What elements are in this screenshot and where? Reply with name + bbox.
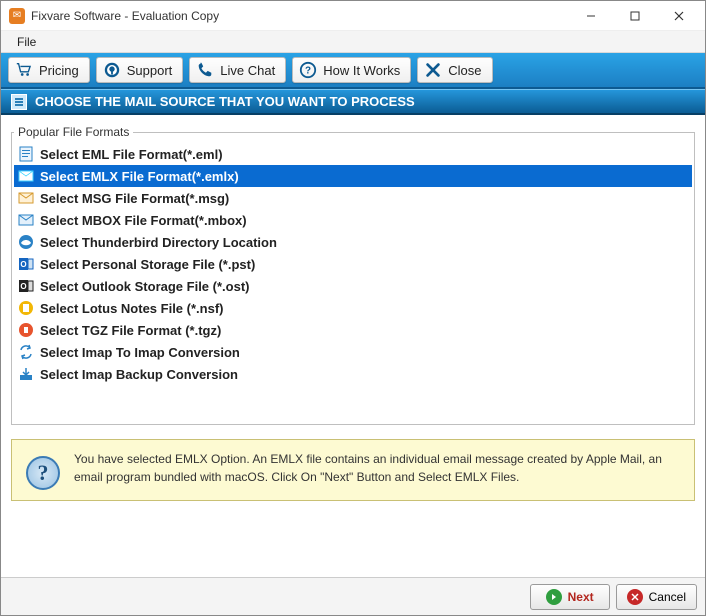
formats-list: Select EML File Format(*.eml) Select EML…	[14, 143, 692, 385]
info-icon: ?	[26, 456, 60, 490]
info-text: You have selected EMLX Option. An EMLX f…	[74, 450, 680, 486]
svg-text:O: O	[20, 260, 26, 269]
format-item-imap-to-imap[interactable]: Select Imap To Imap Conversion	[14, 341, 692, 363]
minimize-button[interactable]	[569, 2, 613, 30]
next-button-label: Next	[568, 590, 594, 604]
format-item-label: Select Imap Backup Conversion	[40, 367, 238, 382]
live-chat-button[interactable]: Live Chat	[189, 57, 286, 83]
format-item-pst[interactable]: O Select Personal Storage File (*.pst)	[14, 253, 692, 275]
imap-sync-icon	[18, 344, 34, 360]
question-icon: ?	[299, 61, 317, 79]
cancel-button-label: Cancel	[649, 590, 686, 604]
footer: Next Cancel	[1, 577, 705, 615]
main-panel: Popular File Formats Select EML File For…	[1, 115, 705, 577]
document-icon	[11, 94, 27, 110]
section-banner: CHOOSE THE MAIL SOURCE THAT YOU WANT TO …	[1, 89, 705, 115]
format-item-label: Select MBOX File Format(*.mbox)	[40, 213, 247, 228]
maximize-button[interactable]	[613, 2, 657, 30]
format-item-thunderbird[interactable]: Select Thunderbird Directory Location	[14, 231, 692, 253]
msg-file-icon	[18, 190, 34, 206]
toolbar: Pricing Support Live Chat ? How It Works…	[1, 53, 705, 89]
info-box: ? You have selected EMLX Option. An EMLX…	[11, 439, 695, 501]
format-item-msg[interactable]: Select MSG File Format(*.msg)	[14, 187, 692, 209]
format-item-label: Select TGZ File Format (*.tgz)	[40, 323, 221, 338]
phone-icon	[196, 61, 214, 79]
emlx-file-icon	[18, 168, 34, 184]
next-arrow-icon	[546, 589, 562, 605]
outlook-ost-icon: O	[18, 278, 34, 294]
format-item-tgz[interactable]: Select TGZ File Format (*.tgz)	[14, 319, 692, 341]
menubar: File	[1, 31, 705, 53]
titlebar: ✉ Fixvare Software - Evaluation Copy	[1, 1, 705, 31]
format-item-label: Select MSG File Format(*.msg)	[40, 191, 229, 206]
eml-file-icon	[18, 146, 34, 162]
svg-text:?: ?	[305, 66, 311, 77]
toolbar-label: Support	[127, 63, 173, 78]
format-item-label: Select EMLX File Format(*.emlx)	[40, 169, 239, 184]
imap-backup-icon	[18, 366, 34, 382]
toolbar-label: How It Works	[323, 63, 400, 78]
format-item-imap-backup[interactable]: Select Imap Backup Conversion	[14, 363, 692, 385]
how-it-works-button[interactable]: ? How It Works	[292, 57, 411, 83]
format-item-ost[interactable]: O Select Outlook Storage File (*.ost)	[14, 275, 692, 297]
pricing-button[interactable]: Pricing	[8, 57, 90, 83]
format-item-eml[interactable]: Select EML File Format(*.eml)	[14, 143, 692, 165]
window-controls	[569, 2, 701, 30]
format-item-label: Select EML File Format(*.eml)	[40, 147, 223, 162]
format-item-nsf[interactable]: Select Lotus Notes File (*.nsf)	[14, 297, 692, 319]
close-button[interactable]: Close	[417, 57, 492, 83]
format-item-mbox[interactable]: Select MBOX File Format(*.mbox)	[14, 209, 692, 231]
format-item-label: Select Lotus Notes File (*.nsf)	[40, 301, 223, 316]
lotus-notes-icon	[18, 300, 34, 316]
toolbar-label: Pricing	[39, 63, 79, 78]
banner-text: CHOOSE THE MAIL SOURCE THAT YOU WANT TO …	[35, 94, 415, 109]
mbox-file-icon	[18, 212, 34, 228]
file-formats-group: Popular File Formats Select EML File For…	[11, 125, 695, 425]
thunderbird-icon	[18, 234, 34, 250]
close-window-button[interactable]	[657, 2, 701, 30]
close-x-icon	[424, 61, 442, 79]
menu-file[interactable]: File	[7, 33, 46, 51]
headset-icon	[103, 61, 121, 79]
formats-legend: Popular File Formats	[14, 125, 133, 139]
svg-text:O: O	[20, 282, 26, 291]
cancel-button[interactable]: Cancel	[616, 584, 697, 610]
format-item-label: Select Thunderbird Directory Location	[40, 235, 277, 250]
tgz-file-icon	[18, 322, 34, 338]
next-button[interactable]: Next	[530, 584, 610, 610]
window-title: Fixvare Software - Evaluation Copy	[31, 9, 569, 23]
cancel-x-icon	[627, 589, 643, 605]
format-item-label: Select Personal Storage File (*.pst)	[40, 257, 255, 272]
format-item-label: Select Imap To Imap Conversion	[40, 345, 240, 360]
toolbar-label: Live Chat	[220, 63, 275, 78]
format-item-label: Select Outlook Storage File (*.ost)	[40, 279, 249, 294]
cart-icon	[15, 61, 33, 79]
outlook-pst-icon: O	[18, 256, 34, 272]
support-button[interactable]: Support	[96, 57, 184, 83]
format-item-emlx[interactable]: Select EMLX File Format(*.emlx)	[14, 165, 692, 187]
toolbar-label: Close	[448, 63, 481, 78]
app-icon: ✉	[9, 8, 25, 24]
